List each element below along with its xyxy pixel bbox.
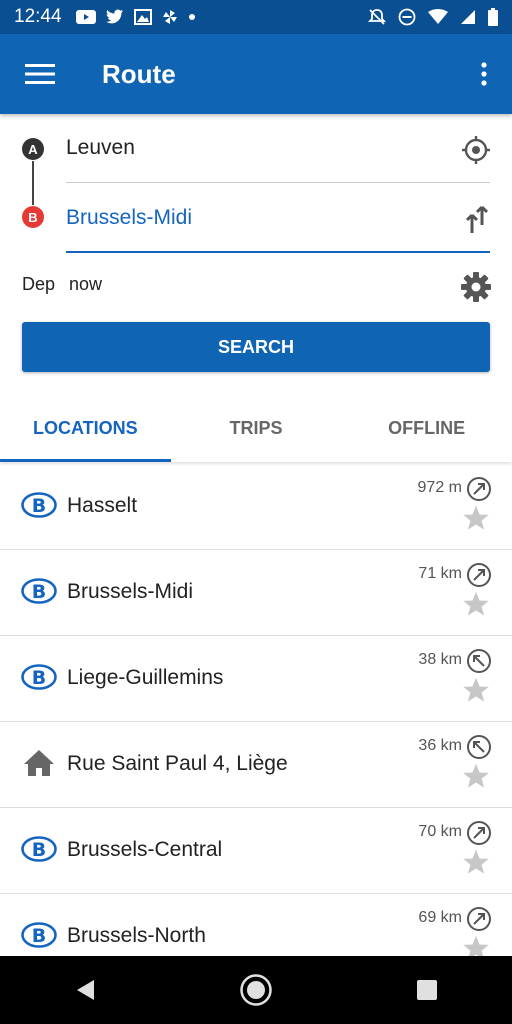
departure-value: now — [69, 274, 103, 294]
svg-text:B: B — [32, 495, 46, 517]
home-icon — [20, 748, 58, 778]
favorite-star-icon[interactable] — [462, 848, 490, 876]
signal-icon — [461, 10, 475, 24]
list-item[interactable]: B Hasselt 972 m — [0, 464, 512, 550]
direction-icon — [467, 907, 491, 931]
favorite-star-icon[interactable] — [462, 676, 490, 704]
youtube-icon — [75, 10, 96, 24]
my-location-icon — [462, 136, 490, 164]
list-item[interactable]: B Brussels-Midi 71 km — [0, 550, 512, 636]
svg-text:B: B — [32, 839, 46, 861]
origin-badge: A — [22, 138, 44, 160]
location-distance: 69 km — [418, 909, 462, 926]
menu-button[interactable] — [0, 34, 80, 114]
more-vert-icon — [481, 62, 487, 86]
list-item[interactable]: B Brussels-Central 70 km — [0, 808, 512, 894]
location-name: Liege-Guillemins — [67, 666, 224, 689]
tab-trips[interactable]: TRIPS — [171, 395, 342, 462]
route-connector — [32, 161, 34, 205]
status-time: 12:44 — [14, 6, 62, 27]
list-item[interactable]: Rue Saint Paul 4, Liège 36 km — [0, 722, 512, 808]
tab-offline[interactable]: OFFLINE — [341, 395, 512, 462]
tab-bar: LOCATIONS TRIPS OFFLINE — [0, 395, 512, 462]
tab-locations[interactable]: LOCATIONS — [0, 395, 171, 462]
list-item[interactable]: B Brussels-North 69 km — [0, 894, 512, 956]
app-bar: Route — [0, 34, 512, 114]
departure-label: Dep — [22, 274, 56, 294]
location-name: Rue Saint Paul 4, Liège — [67, 752, 288, 775]
direction-icon — [467, 735, 491, 759]
location-name: Brussels-Central — [67, 838, 223, 861]
sncb-logo-icon: B — [20, 662, 58, 692]
sncb-logo-icon: B — [20, 834, 58, 864]
system-icons — [368, 8, 498, 26]
recents-button[interactable] — [403, 966, 451, 1014]
favorite-star-icon[interactable] — [462, 934, 490, 956]
gallery-icon — [133, 9, 152, 25]
swap-vert-icon — [465, 205, 489, 233]
favorite-star-icon[interactable] — [462, 762, 490, 790]
direction-icon — [467, 821, 491, 845]
locations-list: B Hasselt 972 m B Brussels-Midi 71 km B … — [0, 464, 512, 956]
recents-icon — [416, 980, 437, 1000]
back-button[interactable] — [61, 966, 109, 1014]
svg-text:B: B — [32, 667, 46, 689]
direction-icon — [467, 477, 491, 501]
location-distance: 71 km — [418, 565, 462, 582]
gear-icon — [461, 272, 491, 302]
svg-text:B: B — [32, 925, 46, 947]
destination-badge: B — [22, 206, 44, 228]
favorite-star-icon[interactable] — [462, 504, 490, 532]
mute-icon — [368, 9, 386, 25]
location-name: Brussels-Midi — [67, 580, 194, 603]
search-button[interactable]: SEARCH — [22, 322, 490, 372]
location-distance: 36 km — [418, 737, 462, 754]
origin-field[interactable]: Leuven — [66, 128, 490, 183]
home-button[interactable] — [232, 966, 280, 1014]
location-name: Brussels-North — [67, 924, 206, 947]
direction-icon — [467, 563, 491, 587]
sncb-logo-icon: B — [20, 920, 58, 950]
settings-button[interactable] — [458, 269, 494, 305]
direction-icon — [467, 649, 491, 673]
departure-time[interactable]: Dep now — [22, 274, 102, 295]
system-nav-bar — [0, 956, 512, 1024]
location-distance: 38 km — [418, 651, 462, 668]
status-bar: 12:44 — [0, 0, 512, 34]
hamburger-icon — [25, 64, 55, 84]
location-name: Hasselt — [67, 494, 138, 517]
dot-icon — [188, 14, 195, 20]
favorite-star-icon[interactable] — [462, 590, 490, 618]
battery-icon — [488, 8, 498, 26]
pinwheel-icon — [162, 10, 177, 24]
svg-text:B: B — [32, 581, 46, 603]
back-icon — [77, 980, 95, 1000]
sncb-logo-icon: B — [20, 576, 58, 606]
home-circle-icon — [240, 974, 272, 1006]
overflow-menu-button[interactable] — [456, 34, 512, 114]
location-distance: 972 m — [417, 479, 462, 496]
notification-icons — [75, 9, 196, 25]
location-distance: 70 km — [418, 823, 462, 840]
list-item[interactable]: B Liege-Guillemins 38 km — [0, 636, 512, 722]
sncb-logo-icon: B — [20, 490, 58, 520]
locate-button[interactable] — [458, 132, 494, 168]
wifi-icon — [428, 9, 448, 24]
do-not-disturb-icon — [398, 8, 416, 26]
swap-button[interactable] — [460, 200, 494, 240]
twitter-icon — [105, 9, 123, 24]
destination-field[interactable]: Brussels-Midi — [66, 196, 490, 253]
page-title: Route — [102, 58, 176, 89]
